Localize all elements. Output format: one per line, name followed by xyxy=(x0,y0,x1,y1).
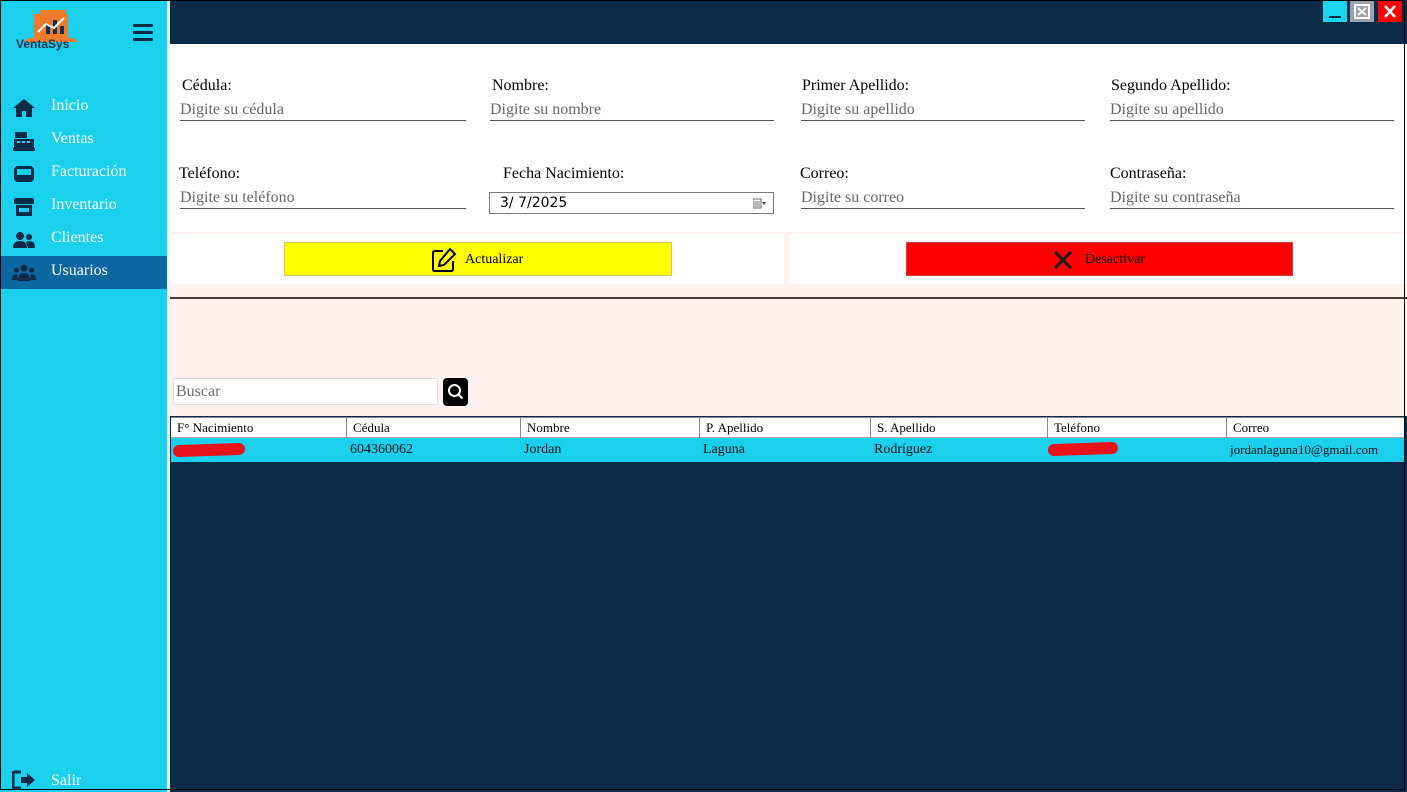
column-header[interactable]: F° Nacimiento xyxy=(171,418,347,438)
sidebar-item-usuarios[interactable]: Usuarios xyxy=(0,256,167,289)
inbox-icon xyxy=(14,166,34,182)
sidebar-nav: Inicio Ventas Facturación Inventario Cli… xyxy=(0,91,167,289)
search-button[interactable] xyxy=(443,378,468,406)
primer-apellido-field[interactable] xyxy=(801,100,1085,121)
sidebar: VentaSys Inicio Ventas Facturación Inven… xyxy=(0,0,167,792)
sidebar-item-label: Clientes xyxy=(51,229,104,246)
table-empty-area xyxy=(170,462,1407,792)
sidebar-item-inicio[interactable]: Inicio xyxy=(0,91,167,124)
sidebar-item-label: Inventario xyxy=(51,196,117,213)
sidebar-item-label: Facturación xyxy=(51,163,127,180)
update-button[interactable]: Actualizar xyxy=(284,242,672,276)
column-header[interactable]: Teléfono xyxy=(1048,418,1227,438)
close-icon xyxy=(1384,5,1396,18)
sign-out-icon xyxy=(12,770,35,790)
cedula-field[interactable] xyxy=(180,100,466,121)
users-icon xyxy=(13,232,35,248)
cell-p-apellido: Laguna xyxy=(703,442,745,457)
maximize-button[interactable] xyxy=(1350,1,1374,22)
home-icon xyxy=(13,99,35,117)
store-icon xyxy=(14,198,34,216)
minimize-button[interactable] xyxy=(1323,1,1347,22)
cell-correo: jordanlaguna10@gmail.com xyxy=(1230,442,1379,457)
app-name: VentaSys xyxy=(16,37,70,51)
sidebar-item-ventas[interactable]: Ventas xyxy=(0,124,167,157)
deactivate-button[interactable]: Desactivar xyxy=(906,242,1293,276)
user-form: Cédula: Nombre: Primer Apellido: Segundo… xyxy=(170,44,1407,232)
search-icon xyxy=(448,384,464,400)
x-icon xyxy=(1053,250,1073,270)
nombre-label: Nombre: xyxy=(492,77,549,94)
cell-s-apellido: Rodríguez xyxy=(874,442,933,457)
contrasena-field[interactable] xyxy=(1110,188,1394,209)
deactivate-button-label: Desactivar xyxy=(1085,252,1145,267)
top-bar xyxy=(170,0,1407,44)
edit-icon xyxy=(432,247,457,272)
maximize-icon xyxy=(1354,4,1370,19)
update-button-label: Actualizar xyxy=(465,252,524,267)
column-header[interactable]: Nombre xyxy=(521,418,700,438)
fecha-nacimiento-picker[interactable]: 3/ 7/2025 xyxy=(489,192,774,214)
correo-label: Correo: xyxy=(800,165,849,182)
segundo-apellido-field[interactable] xyxy=(1110,100,1394,121)
column-header[interactable]: P. Apellido xyxy=(700,418,871,438)
section-divider xyxy=(170,297,1407,299)
cell-nombre: Jordan xyxy=(524,442,562,457)
redaction-mark xyxy=(1047,441,1119,457)
group-icon xyxy=(12,264,36,281)
fecha-nacimiento-value: 3/ 7/2025 xyxy=(500,195,568,211)
telefono-label: Teléfono: xyxy=(179,165,241,182)
contrasena-label: Contraseña: xyxy=(1110,165,1187,182)
correo-field[interactable] xyxy=(801,188,1085,209)
nombre-field[interactable] xyxy=(490,100,774,121)
sidebar-item-label: Inicio xyxy=(51,97,89,114)
menu-toggle-icon[interactable] xyxy=(133,24,153,44)
search-input[interactable] xyxy=(173,378,438,405)
cedula-label: Cédula: xyxy=(182,77,232,94)
sidebar-item-inventario[interactable]: Inventario xyxy=(0,190,167,223)
primer-apellido-label: Primer Apellido: xyxy=(802,77,910,94)
logout-label: Salir xyxy=(51,772,82,789)
close-button[interactable] xyxy=(1378,1,1402,22)
table-header: F° Nacimiento Cédula Nombre P. Apellido … xyxy=(171,417,1404,438)
column-header[interactable]: S. Apellido xyxy=(871,418,1048,438)
telefono-field[interactable] xyxy=(180,188,466,209)
cell-cedula: 604360062 xyxy=(350,442,413,457)
sidebar-item-label: Usuarios xyxy=(51,262,108,279)
minimize-icon xyxy=(1329,16,1341,18)
sidebar-item-facturacion[interactable]: Facturación xyxy=(0,157,167,190)
redaction-mark xyxy=(172,442,246,458)
cash-register-icon xyxy=(13,132,35,151)
column-header[interactable]: Cédula xyxy=(347,418,521,438)
logout-button[interactable]: Salir xyxy=(0,766,167,792)
sidebar-item-clientes[interactable]: Clientes xyxy=(0,223,167,256)
column-header[interactable]: Correo xyxy=(1227,418,1404,438)
calendar-dropdown-icon[interactable] xyxy=(753,198,766,209)
table-row[interactable]: 604360062 Jordan Laguna Rodríguez jordan… xyxy=(171,438,1404,462)
segundo-apellido-label: Segundo Apellido: xyxy=(1111,77,1231,94)
sidebar-item-label: Ventas xyxy=(51,130,94,147)
fecha-nacimiento-label: Fecha Nacimiento: xyxy=(503,165,625,182)
